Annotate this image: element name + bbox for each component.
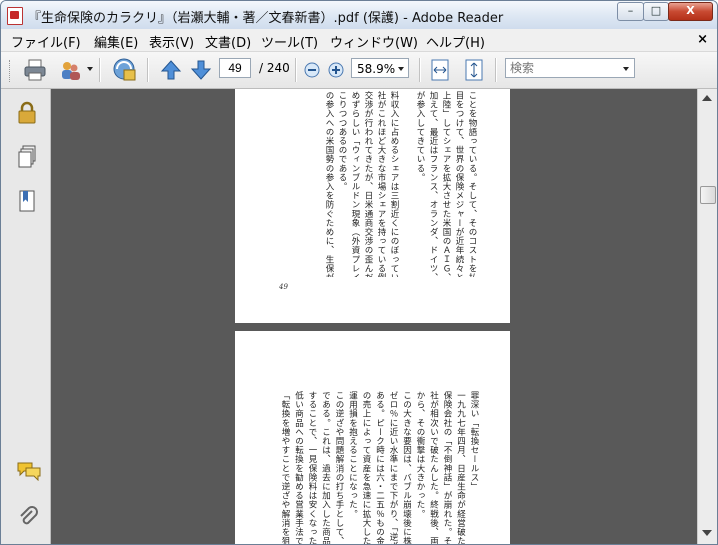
text-column: 社が相次いで破たんした。終戦後、両 (428, 391, 439, 544)
page-49-text: ことを物語っている。そして、そのコストを払わ 目をつけて、世界の保険メジャーが近年… (305, 91, 477, 277)
text-column: 目をつけて、世界の保険メジャーが近年続々と (454, 91, 464, 277)
title-bar: 『生命保険のカラクリ』（岩瀬大輔・著／文春新書）.pdf (保護) - Adob… (1, 1, 717, 29)
text-column: この逆ざや問題解消の打ち手として、 (334, 391, 344, 544)
navigation-sidebar (1, 89, 51, 544)
attachments-icon[interactable] (17, 503, 39, 527)
text-column: から、その衝撃は大きかった。 (415, 391, 425, 519)
zoom-level-value: 58.9% (357, 62, 396, 76)
scroll-up-icon[interactable] (702, 95, 712, 101)
comments-icon[interactable] (17, 461, 41, 481)
page-total-label: / 240 (259, 61, 290, 75)
text-column: 「転換を増やすことで逆ざや解消を狙っ (280, 391, 290, 544)
reader-window: 『生命保険のカラクリ』（岩瀬大輔・著／文春新書）.pdf (保護) - Adob… (0, 0, 718, 545)
text-column: こりつつあるのである。 (337, 91, 347, 192)
text-column: 一九九七年四月、日産生命が経営破たん (455, 391, 466, 544)
zoom-level-field[interactable]: 58.9% (351, 58, 409, 78)
menu-file[interactable]: ファイル(F) (11, 32, 81, 51)
text-column: 交渉が行われてきたが、日米通商交渉の歪んだ結果 (363, 91, 373, 277)
toolbar-separator (495, 58, 497, 82)
close-button[interactable]: X (668, 2, 713, 21)
toolbar-separator (419, 58, 421, 82)
text-column: 運用損を抱えることになった。 (347, 391, 358, 519)
page-number-input[interactable] (219, 58, 251, 78)
text-column: 加えて、最近はフランス、オランダ、ドイツ、 (428, 91, 438, 277)
fit-page-icon[interactable] (463, 58, 485, 82)
fit-width-icon[interactable] (429, 58, 451, 82)
secure-settings-icon[interactable] (111, 58, 137, 82)
scrollbar-thumb[interactable] (700, 186, 716, 204)
zoom-in-icon[interactable] (327, 61, 345, 79)
pdf-page-50: 罪深い「転換セールス」 一九九七年四月、日産生命が経営破たん 保険会社の「不倒神話」… (235, 331, 510, 544)
zoom-out-icon[interactable] (303, 61, 321, 79)
maximize-button[interactable]: □ (643, 2, 669, 21)
text-column: 罪深い「転換セールス」 (469, 391, 479, 492)
text-column: することで、一見保険料は安くなったよう (307, 391, 317, 544)
text-column: 料収入に占めるシェアは三割近くにのぼっている。 (389, 91, 399, 277)
text-column: ゼロ％に近い水準にまで下がり、「逆ざや (388, 391, 398, 544)
page-50-text: 罪深い「転換セールス」 一九九七年四月、日産生命が経営破たん 保険会社の「不倒神話」… (263, 391, 479, 544)
text-column: この大きな要因は、バブル崩壊後に株価 (401, 391, 412, 544)
menu-edit[interactable]: 編集(E) (94, 32, 138, 51)
window-title: 『生命保険のカラクリ』（岩瀬大輔・著／文春新書）.pdf (保護) - Adob… (28, 11, 504, 26)
toolbar-separator (147, 58, 149, 82)
menu-window[interactable]: ウィンドウ(W) (330, 32, 418, 51)
text-column: が参入してきている。 (415, 91, 425, 182)
text-column: 上陸」してシェアを拡大させた米国のＡＩＧ、ア (441, 91, 451, 277)
toolbar-grip[interactable] (9, 60, 13, 82)
lock-icon[interactable] (17, 101, 37, 125)
collaborate-dropdown-icon[interactable] (87, 67, 93, 71)
zoom-dropdown-icon[interactable] (398, 67, 404, 71)
toolbar-separator (99, 58, 101, 82)
next-page-icon[interactable] (189, 58, 213, 82)
menu-bar: ファイル(F) 編集(E) 表示(V) 文書(D) ツール(T) ウィンドウ(W… (1, 29, 717, 52)
text-column: 社がこれほど大きな市場シェアを持っている例は (376, 91, 386, 277)
pdf-app-icon (7, 7, 23, 25)
pages-icon[interactable] (17, 145, 37, 169)
scroll-down-icon[interactable] (702, 530, 712, 536)
document-view[interactable]: ことを物語っている。そして、そのコストを払わ 目をつけて、世界の保険メジャーが近年… (51, 89, 697, 544)
previous-page-icon[interactable] (159, 58, 183, 82)
collaborate-icon[interactable] (59, 58, 83, 82)
text-column: である。これは、過去に加入した商品で (320, 391, 331, 544)
text-column: ある。ピーク時には六・二五％もの金利を (374, 391, 385, 544)
document-close-button[interactable]: × (697, 32, 708, 47)
search-dropdown-icon[interactable] (623, 67, 629, 71)
text-column: めずらしい「ウィンブルドン現象（外資プレイ (350, 91, 360, 277)
menu-tools[interactable]: ツール(T) (261, 32, 318, 51)
toolbar-separator (295, 58, 297, 82)
menu-help[interactable]: ヘルプ(H) (426, 32, 485, 51)
menu-document[interactable]: 文書(D) (205, 32, 251, 51)
text-column: の売上によって資産を急速に拡大した生保 (361, 391, 371, 544)
text-column: の参入への米国勢の参入を防ぐために、生保が差し (324, 91, 334, 277)
print-icon[interactable] (23, 58, 47, 82)
menu-view[interactable]: 表示(V) (149, 32, 194, 51)
vertical-scrollbar[interactable] (697, 89, 717, 544)
text-column: 低い商品への転換を勧める営業手法である (293, 391, 304, 544)
text-column: ことを物語っている。そして、そのコストを払わ (467, 91, 477, 277)
text-column: 保険会社の「不倒神話」が崩れた。それか (442, 391, 452, 544)
bookmarks-icon[interactable] (17, 189, 37, 213)
page-number-label: 49 (279, 283, 288, 291)
toolbar: / 240 58.9% (1, 52, 717, 89)
pdf-page-49: ことを物語っている。そして、そのコストを払わ 目をつけて、世界の保険メジャーが近年… (235, 89, 510, 323)
minimize-button[interactable]: – (617, 2, 644, 21)
search-input[interactable] (505, 58, 635, 78)
